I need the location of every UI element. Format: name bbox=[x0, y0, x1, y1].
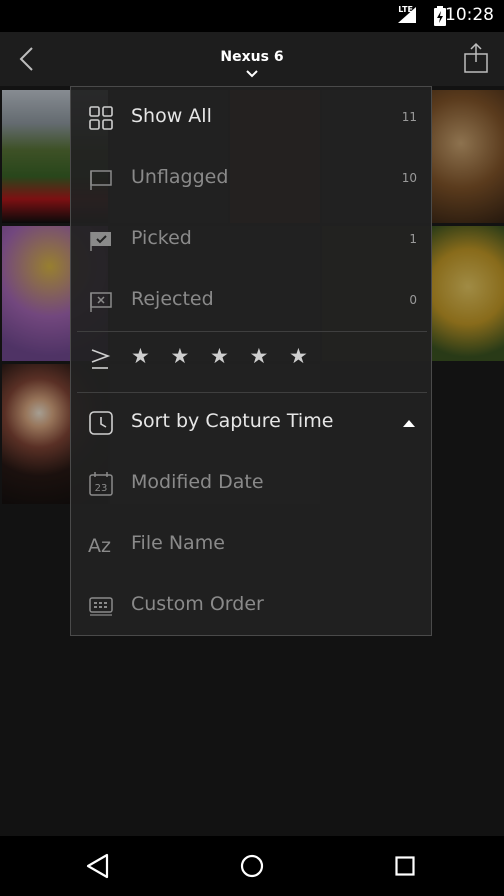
sort-capture-time[interactable]: Sort by Capture Time bbox=[71, 398, 433, 448]
app-bar: Nexus 6 bbox=[0, 32, 504, 86]
sort-file-name[interactable]: Az File Name bbox=[71, 520, 433, 570]
flag-reject-icon bbox=[90, 292, 112, 312]
greater-equal-icon bbox=[91, 349, 111, 369]
nav-recents-icon[interactable] bbox=[395, 856, 415, 876]
rating-stars[interactable]: ★ ★ ★ ★ ★ bbox=[131, 344, 315, 368]
sort-label: File Name bbox=[131, 532, 225, 554]
filter-label: Unflagged bbox=[131, 166, 229, 188]
sort-label: Custom Order bbox=[131, 593, 264, 615]
sort-custom-order[interactable]: Custom Order bbox=[71, 581, 433, 631]
filter-picked[interactable]: Picked 1 bbox=[71, 215, 433, 265]
az-icon: Az bbox=[88, 535, 111, 557]
filter-show-all[interactable]: Show All 11 bbox=[71, 93, 433, 143]
nav-back-icon[interactable] bbox=[86, 853, 110, 879]
rating-filter[interactable]: ★ ★ ★ ★ ★ bbox=[71, 334, 433, 384]
filter-label: Show All bbox=[131, 105, 212, 127]
filter-count: 10 bbox=[401, 171, 417, 185]
nav-home-icon[interactable] bbox=[240, 854, 264, 878]
svg-text:Az: Az bbox=[88, 535, 111, 557]
menu-divider bbox=[77, 331, 427, 332]
sort-modified-date[interactable]: 23 Modified Date bbox=[71, 459, 433, 509]
sort-direction-icon[interactable] bbox=[403, 420, 415, 427]
collection-title[interactable]: Nexus 6 bbox=[0, 49, 504, 65]
signal-icon bbox=[398, 7, 416, 23]
clock: 10:28 bbox=[445, 5, 494, 25]
flag-check-icon bbox=[90, 232, 111, 251]
grid-icon bbox=[89, 106, 113, 130]
calendar-icon: 23 bbox=[89, 472, 113, 496]
flag-outline-icon bbox=[90, 170, 112, 190]
clock-icon bbox=[89, 411, 113, 435]
custom-order-icon bbox=[89, 597, 113, 616]
filter-unflagged[interactable]: Unflagged 10 bbox=[71, 154, 433, 204]
filter-label: Picked bbox=[131, 227, 192, 249]
filter-label: Rejected bbox=[131, 288, 214, 310]
svg-text:23: 23 bbox=[95, 483, 108, 494]
filter-rejected[interactable]: Rejected 0 bbox=[71, 276, 433, 326]
navigation-bar bbox=[0, 836, 504, 896]
filter-count: 11 bbox=[401, 110, 417, 124]
chevron-down-icon[interactable] bbox=[245, 69, 259, 79]
filter-sort-menu: Show All 11 Unflagged 10 Picked 1 Reject… bbox=[70, 86, 432, 636]
status-bar: LTE 10:28 bbox=[0, 0, 504, 32]
sort-label: Sort by Capture Time bbox=[131, 410, 334, 432]
share-icon[interactable] bbox=[462, 42, 490, 74]
filter-count: 0 bbox=[409, 293, 417, 307]
filter-count: 1 bbox=[409, 232, 417, 246]
sort-label: Modified Date bbox=[131, 471, 264, 493]
menu-divider bbox=[77, 392, 427, 393]
